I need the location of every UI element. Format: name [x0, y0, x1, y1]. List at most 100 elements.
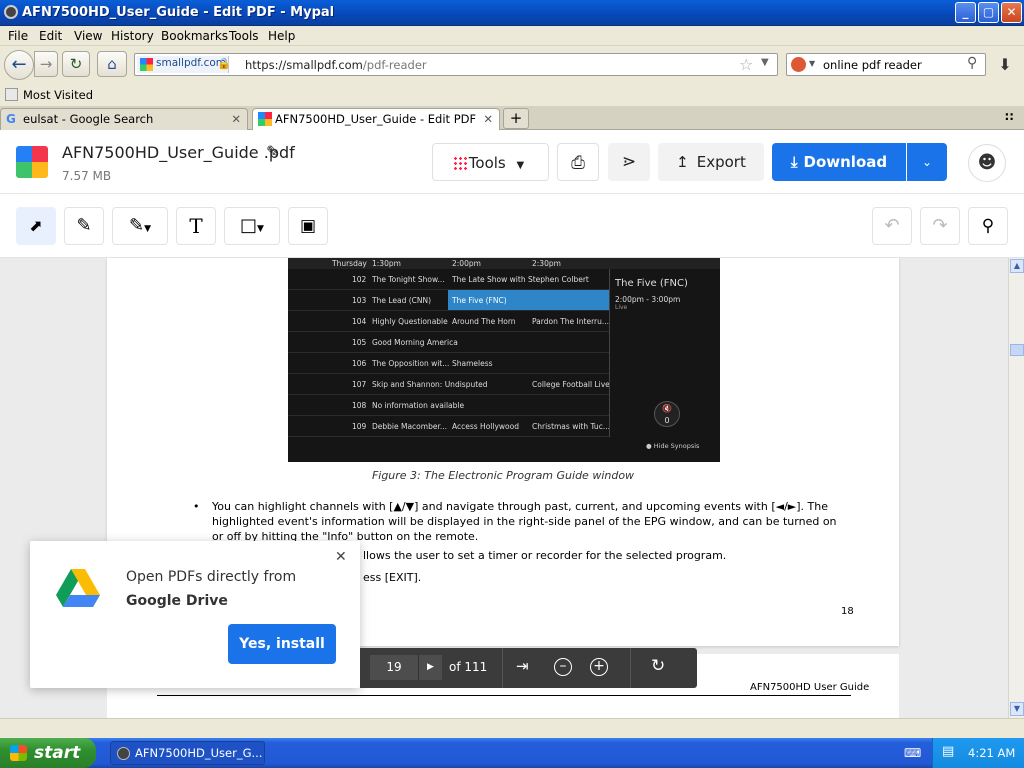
home-button[interactable]: ⌂ [97, 51, 127, 77]
smallpdf-logo[interactable] [16, 146, 48, 178]
popup-line2: Google Drive [126, 593, 228, 609]
share-button[interactable]: ⋗ [608, 143, 650, 181]
new-tab-button[interactable]: + [503, 108, 529, 129]
network-icon[interactable]: ▤ [942, 744, 954, 759]
pencil-icon: ✎ [76, 215, 92, 236]
url-text: https://smallpdf.com/pdf-reader [245, 58, 427, 72]
menu-view[interactable]: View [74, 29, 102, 43]
image-tool-button[interactable]: ▣ [288, 207, 328, 245]
epg-row: 104 Highly Questionable Around The Horn Par… [288, 311, 610, 332]
highlighter-tool-button[interactable]: ✎▼ [112, 207, 168, 245]
zoom-in-icon[interactable]: + [590, 658, 608, 676]
search-icon[interactable]: ⚲ [967, 55, 977, 71]
edit-toolbar: ⬈ ✎ ✎▼ T □▼ ▣ ↶ ↷ ⚲ [0, 195, 1024, 258]
fit-width-icon[interactable]: ⇥ [516, 657, 529, 675]
bookmark-star-icon[interactable]: ☆ [739, 55, 753, 74]
close-button[interactable]: ✕ [1001, 2, 1022, 23]
menu-bar: File Edit View History Bookmarks Tools H… [0, 26, 1024, 46]
account-avatar[interactable]: ☻ [968, 144, 1006, 182]
close-popup-icon[interactable]: ✕ [335, 549, 347, 565]
tools-button[interactable]: Tools ▼ [432, 143, 549, 181]
search-button[interactable]: ⚲ [968, 207, 1008, 245]
windows-taskbar: start AFN7500HD_User_G... ⌨ ▤ 4:21 AM [0, 738, 1024, 768]
browser-status-bar [0, 718, 1024, 738]
google-icon: G [6, 112, 16, 126]
epg-row: 108 No information available [288, 395, 610, 416]
forward-button[interactable]: → [34, 51, 58, 77]
menu-edit[interactable]: Edit [39, 29, 62, 43]
rename-pencil-icon[interactable]: ✎ [266, 142, 279, 161]
window-title: AFN7500HD_User_Guide - Edit PDF - Mypal [22, 5, 335, 20]
scroll-up-arrow[interactable]: ▲ [1010, 259, 1024, 273]
redo-button[interactable]: ↷ [920, 207, 960, 245]
start-button[interactable]: start [0, 738, 96, 768]
epg-row: 107 Skip and Shannon: Undisputed College F… [288, 374, 610, 395]
popup-line1: Open PDFs directly from [126, 569, 297, 585]
pencil-tool-button[interactable]: ✎ [64, 207, 104, 245]
next-page-button[interactable]: ▶ [418, 655, 442, 680]
epg-info-panel: The Five (FNC) 2:00pm - 3:00pm Live [615, 278, 688, 311]
minimize-button[interactable]: _ [955, 2, 976, 23]
download-options-button[interactable]: ⌄ [907, 143, 947, 181]
close-tab-icon[interactable]: ✕ [483, 109, 493, 129]
mypal-icon [117, 747, 130, 760]
scroll-down-arrow[interactable]: ▼ [1010, 702, 1024, 716]
search-input[interactable]: online pdf reader [823, 58, 922, 72]
download-icon: ⤓ [790, 153, 798, 171]
select-tool-button[interactable]: ⬈ [16, 207, 56, 245]
back-button[interactable]: ← [4, 50, 34, 80]
tab-edit-pdf[interactable]: AFN7500HD_User_Guide - Edit PDF ✕ [252, 108, 500, 131]
bullet-text: ess [EXIT]. [363, 571, 422, 584]
downloads-button[interactable]: ⬇ [992, 52, 1018, 78]
epg-row: 102 The Tonight Show... The Late Show with… [288, 269, 610, 290]
url-bar[interactable]: smallpdf.com 🔒 https://smallpdf.com/pdf-… [134, 53, 778, 76]
file-name[interactable]: AFN7500HD_User_Guide .pdf [62, 143, 295, 162]
grid-icon [453, 156, 467, 170]
url-dropdown-icon[interactable]: ▼ [761, 57, 769, 68]
site-identity[interactable]: smallpdf.com 🔒 [137, 56, 231, 73]
search-bar[interactable]: ▼ online pdf reader ⚲ [786, 53, 986, 76]
chevron-down-icon: ⌄ [921, 155, 933, 169]
download-button[interactable]: ⤓ Download [772, 143, 906, 181]
upload-icon: ↥ [676, 153, 689, 171]
shape-tool-button[interactable]: □▼ [224, 207, 280, 245]
share-icon: ⋗ [621, 152, 637, 172]
page-header-text: AFN7500HD User Guide [750, 682, 870, 693]
rotate-icon[interactable]: ↻ [651, 656, 665, 676]
most-visited-bookmark[interactable]: Most Visited [23, 88, 93, 102]
vertical-scrollbar[interactable]: ▲ ▼ [1008, 258, 1024, 718]
windows-logo-icon [10, 745, 27, 761]
bullet-dot: • [193, 500, 200, 513]
mute-icon: 🔇 0 [654, 401, 680, 427]
zoom-out-icon[interactable]: – [554, 658, 572, 676]
menu-history[interactable]: History [111, 29, 154, 43]
keyboard-icon[interactable]: ⌨ [904, 746, 921, 760]
tab-google-search[interactable]: G eulsat - Google Search ✕ [0, 108, 248, 130]
taskbar-window-button[interactable]: AFN7500HD_User_G... [110, 741, 265, 765]
menu-bookmarks[interactable]: Bookmarks [161, 29, 228, 43]
menu-help[interactable]: Help [268, 29, 295, 43]
epg-row: 103 The Lead (CNN) The Five (FNC) [288, 290, 610, 311]
text-tool-button[interactable]: T [176, 207, 216, 245]
bullet-text: You can highlight channels with [▲/▼] an… [212, 500, 837, 543]
maximize-button[interactable]: ▢ [978, 2, 999, 23]
yes-install-button[interactable]: Yes, install [228, 624, 336, 664]
export-button[interactable]: ↥ Export [658, 143, 764, 181]
figure-caption: Figure 3: The Electronic Program Guide w… [371, 469, 635, 482]
page-total: of 111 [449, 660, 488, 674]
menu-tools[interactable]: Tools [229, 29, 259, 43]
system-tray: ▤ 4:21 AM [932, 738, 1024, 768]
menu-file[interactable]: File [8, 29, 28, 43]
undo-button[interactable]: ↶ [872, 207, 912, 245]
search-engine-icon[interactable] [791, 57, 806, 72]
scroll-thumb[interactable] [1010, 344, 1024, 356]
page-number-input[interactable]: 19 [370, 655, 418, 680]
bookmark-folder-icon [5, 88, 18, 101]
close-tab-icon[interactable]: ✕ [231, 109, 241, 129]
redo-icon: ↷ [932, 215, 948, 236]
app-icon [4, 5, 18, 19]
tab-overflow-icon[interactable]: ∷ [1005, 110, 1013, 124]
print-button[interactable]: ⎙ [557, 143, 599, 181]
reload-button[interactable]: ↻ [62, 51, 90, 77]
highlighter-icon: ✎ [128, 215, 145, 236]
